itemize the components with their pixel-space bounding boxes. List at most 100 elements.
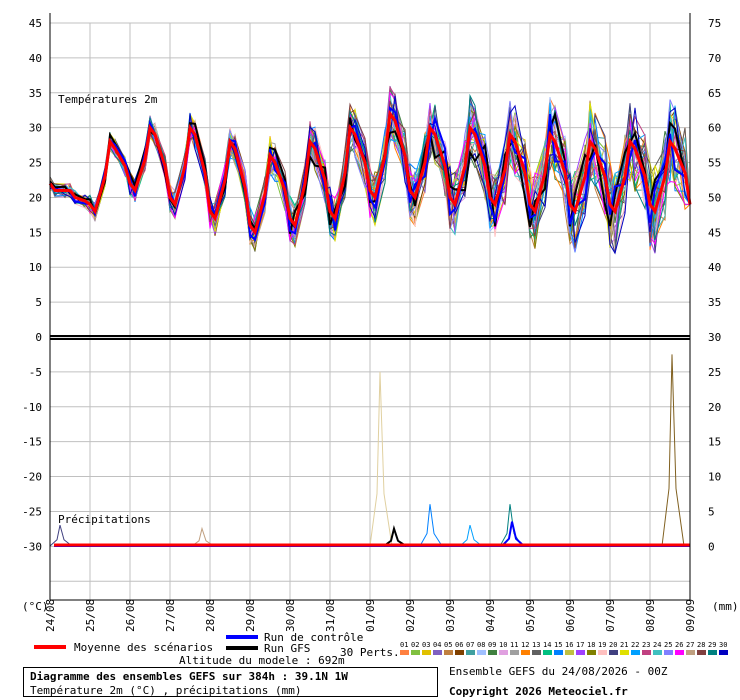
right-tick-label: 0 (708, 540, 715, 553)
precip-peak-line (191, 526, 215, 547)
right-tick-label: 50 (708, 191, 721, 204)
left-tick-label: 35 (29, 87, 42, 100)
pert-color-swatch (620, 650, 629, 655)
pert-number-label: 20 (609, 641, 618, 649)
x-tick-label: 08/09 (644, 599, 657, 632)
x-tick-label: 27/08 (164, 599, 177, 632)
pert-color-swatch (400, 650, 409, 655)
temp-panel-label: Températures 2m (58, 93, 158, 106)
pert-number-label: 29 (708, 641, 717, 649)
left-tick-label: 45 (29, 17, 42, 30)
chart-title: Diagramme des ensembles GEFS sur 384h : … (30, 670, 348, 683)
x-tick-label: 07/09 (604, 599, 617, 632)
x-tick-label: 31/08 (324, 599, 337, 632)
left-tick-label: 40 (29, 52, 42, 65)
x-tick-label: 02/09 (404, 599, 417, 632)
pert-color-swatch (455, 650, 464, 655)
left-tick-label: -15 (22, 436, 42, 449)
altitude-text: Altitude du modele : 692m (179, 654, 345, 667)
legend-perts-label: 30 Perts. (340, 646, 400, 659)
run-info-text: Ensemble GEFS du 24/08/2026 - 00Z (449, 665, 668, 678)
pert-color-swatch (433, 650, 442, 655)
precip-peak-line (459, 524, 483, 547)
left-tick-label: -30 (22, 540, 42, 553)
right-tick-label: 75 (708, 17, 721, 30)
pert-color-swatch (477, 650, 486, 655)
pert-number-label: 22 (631, 641, 640, 649)
right-tick-label: 5 (708, 505, 715, 518)
pert-number-label: 23 (642, 641, 651, 649)
pert-color-swatch (609, 650, 618, 655)
right-axis-unit: (mm) (712, 600, 739, 613)
pert-number-label: 28 (697, 641, 706, 649)
pert-color-swatch (664, 650, 673, 655)
pert-number-label: 02 (411, 641, 420, 649)
pert-number-label: 01 (400, 641, 409, 649)
right-tick-label: 70 (708, 52, 721, 65)
info-box: Diagramme des ensembles GEFS sur 384h : … (23, 667, 438, 697)
left-tick-label: 5 (35, 296, 42, 309)
copyright-text: Copyright 2026 Meteociel.fr (449, 685, 628, 698)
pert-color-swatch (631, 650, 640, 655)
left-tick-label: -5 (29, 366, 42, 379)
pert-number-label: 12 (521, 641, 530, 649)
x-tick-label: 06/09 (564, 599, 577, 632)
pert-color-swatch (653, 650, 662, 655)
pert-color-swatch (686, 650, 695, 655)
right-tick-label: 35 (708, 296, 721, 309)
right-tick-label: 15 (708, 436, 721, 449)
right-tick-label: 60 (708, 122, 721, 135)
pert-number-label: 24 (653, 641, 662, 649)
pert-number-label: 26 (675, 641, 684, 649)
pert-color-swatch (565, 650, 574, 655)
pert-color-swatch (543, 650, 552, 655)
x-tick-label: 26/08 (124, 599, 137, 632)
pert-number-label: 07 (466, 641, 475, 649)
precip-peak-line (419, 504, 443, 547)
left-tick-label: 25 (29, 157, 42, 170)
precip-peak-line (661, 354, 685, 547)
pert-color-swatch (444, 650, 453, 655)
right-tick-label: 40 (708, 261, 721, 274)
x-tick-label: 30/08 (284, 599, 297, 632)
pert-color-swatch (719, 650, 728, 655)
left-tick-label: 10 (29, 261, 42, 274)
pert-color-swatch (642, 650, 651, 655)
pert-color-swatch (532, 650, 541, 655)
pert-color-swatch (697, 650, 706, 655)
pert-color-swatch (510, 650, 519, 655)
x-tick-label: 28/08 (204, 599, 217, 632)
x-tick-label: 03/09 (444, 599, 457, 632)
right-tick-label: 45 (708, 226, 721, 239)
precip-peak-line (383, 524, 407, 547)
right-tick-label: 55 (708, 157, 721, 170)
pert-number-label: 10 (499, 641, 508, 649)
pert-number-label: 25 (664, 641, 673, 649)
pert-color-swatch (422, 650, 431, 655)
pert-color-swatch (466, 650, 475, 655)
left-tick-label: 20 (29, 191, 42, 204)
pert-number-label: 14 (543, 641, 552, 649)
pert-number-label: 19 (598, 641, 607, 649)
pert-color-swatch (587, 650, 596, 655)
left-tick-label: 0 (35, 331, 42, 344)
right-tick-label: 30 (708, 331, 721, 344)
precip-panel-label: Précipitations (58, 513, 151, 526)
legend-mean-label: Moyenne des scénarios (74, 641, 213, 654)
right-tick-label: 65 (708, 87, 721, 100)
gefs-ensemble-chart: 454035302520151050-5-10-15-20-25-3075706… (22, 13, 739, 698)
pert-color-swatch (708, 650, 717, 655)
pert-number-label: 16 (565, 641, 574, 649)
pert-color-swatch (411, 650, 420, 655)
right-tick-label: 25 (708, 366, 721, 379)
pert-number-label: 27 (686, 641, 695, 649)
pert-number-label: 15 (554, 641, 563, 649)
pert-number-label: 08 (477, 641, 486, 649)
left-tick-label: 30 (29, 122, 42, 135)
chart-subtitle: Température 2m (°C) , précipitations (mm… (30, 684, 302, 697)
x-tick-label: 29/08 (244, 599, 257, 632)
pert-color-swatch (521, 650, 530, 655)
pert-number-label: 11 (510, 641, 519, 649)
x-tick-label: 01/09 (364, 599, 377, 632)
precip-peak-line (49, 524, 73, 547)
